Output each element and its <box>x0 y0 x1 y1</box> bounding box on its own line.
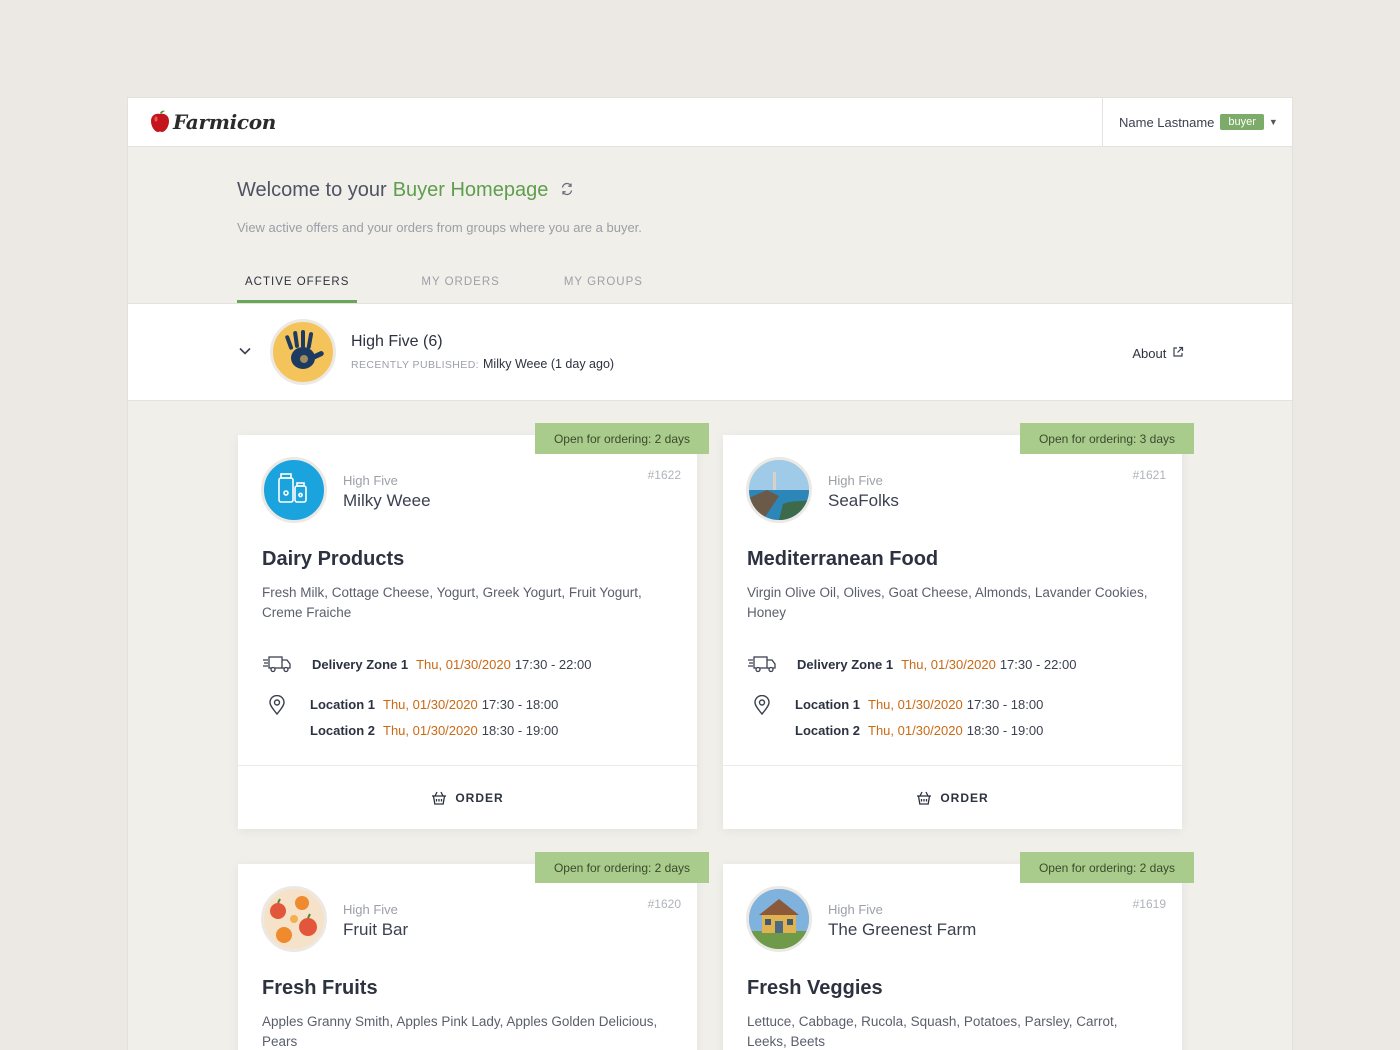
offer-card: Open for ordering: 2 days High Five Frui… <box>238 852 709 1050</box>
seller-avatar <box>746 886 812 952</box>
delivery-time: 17:30 - 22:00 <box>999 656 1077 672</box>
caret-down-icon: ▼ <box>1268 117 1278 127</box>
delivery-zone: Delivery Zone 1 Thu, 01/30/2020 17:30 - … <box>747 654 1076 674</box>
location-time: 18:30 - 19:00 <box>481 722 559 738</box>
location-pin-icon <box>269 695 285 715</box>
location-date: Thu, 01/30/2020 <box>868 696 963 712</box>
offer-title: Mediterranean Food <box>747 548 939 570</box>
user-name: Name Lastname <box>1119 114 1215 130</box>
role-badge: buyer <box>1220 114 1264 130</box>
pickup-location: Location 2 Thu, 01/30/2020 18:30 - 19:00 <box>310 720 558 740</box>
basket-icon <box>917 791 932 805</box>
delivery-time: 17:30 - 22:00 <box>514 656 592 672</box>
tab-my-groups[interactable]: MY GROUPS <box>556 276 651 303</box>
offer-description: Fresh Milk, Cottage Cheese, Yogurt, Gree… <box>262 585 642 620</box>
location-name: Location 1 <box>795 696 861 712</box>
refresh-icon[interactable] <box>560 182 574 199</box>
delivery-zone: Delivery Zone 1 Thu, 01/30/2020 17:30 - … <box>262 654 591 674</box>
delivery-date: Thu, 01/30/2020 <box>901 656 996 672</box>
offer-seller-name[interactable]: Fruit Bar <box>343 920 408 940</box>
location-time: 18:30 - 19:00 <box>966 722 1044 738</box>
group-name: High Five (6) <box>351 333 443 350</box>
ordering-window-ribbon: Open for ordering: 2 days <box>1020 852 1194 883</box>
fruit-pattern <box>270 896 317 943</box>
offer-card: Open for ordering: 2 days High Five Milk… <box>238 423 709 829</box>
seller-avatar <box>261 457 327 523</box>
offer-group-name: High Five <box>343 473 398 488</box>
basket-icon <box>432 791 447 805</box>
location-name: Location 2 <box>795 722 861 738</box>
chevron-down-icon[interactable] <box>238 344 252 358</box>
seller-avatar <box>261 886 327 952</box>
location-date: Thu, 01/30/2020 <box>383 696 478 712</box>
delivery-date: Thu, 01/30/2020 <box>416 656 511 672</box>
user-menu[interactable]: Name Lastname buyer ▼ <box>1102 98 1292 146</box>
order-button[interactable]: ORDER <box>723 765 1182 829</box>
welcome-accent: Buyer Homepage <box>392 179 549 201</box>
offer-title: Fresh Fruits <box>262 977 378 999</box>
offer-id: #1622 <box>647 468 681 482</box>
milk-bottles-icon <box>278 473 307 503</box>
about-label: About <box>1132 346 1167 361</box>
location-date: Thu, 01/30/2020 <box>868 722 963 738</box>
order-button[interactable]: ORDER <box>238 765 697 829</box>
tab-my-orders[interactable]: MY ORDERS <box>413 276 507 303</box>
location-time: 17:30 - 18:00 <box>966 696 1044 712</box>
app-logo[interactable]: Farmicon <box>150 110 276 134</box>
page-title: Welcome to your Buyer Homepage <box>237 179 574 202</box>
offer-group-name: High Five <box>828 473 883 488</box>
pickup-location: Location 1 Thu, 01/30/2020 17:30 - 18:00 <box>310 694 558 714</box>
delivery-zone-name: Delivery Zone 1 <box>312 656 409 672</box>
offer-seller-name[interactable]: Milky Weee <box>343 491 431 511</box>
location-pin-icon <box>754 695 770 715</box>
hand-print-icon <box>285 330 324 369</box>
offer-description: Apples Granny Smith, Apples Pink Lady, A… <box>262 1014 658 1049</box>
recently-published-label: RECENTLY PUBLISHED: <box>351 359 479 371</box>
tab-active-offers[interactable]: ACTIVE OFFERS <box>237 276 358 303</box>
ordering-window-ribbon: Open for ordering: 2 days <box>535 852 709 883</box>
delivery-truck-icon <box>748 656 776 673</box>
delivery-truck-icon <box>263 656 291 673</box>
offer-card: Open for ordering: 3 days High Five SeaF… <box>723 423 1194 829</box>
ordering-window-ribbon: Open for ordering: 2 days <box>535 423 709 454</box>
apple-logo-icon <box>151 110 169 132</box>
order-label: ORDER <box>455 790 504 805</box>
app-window: Farmicon Name Lastname buyer ▼ Welcome t… <box>128 98 1292 1050</box>
farmhouse-photo <box>749 889 809 949</box>
pickup-location: Location 2 Thu, 01/30/2020 18:30 - 19:00 <box>795 720 1043 740</box>
location-time: 17:30 - 18:00 <box>481 696 559 712</box>
offer-title: Fresh Veggies <box>747 977 883 999</box>
page-subtitle: View active offers and your orders from … <box>237 220 642 235</box>
offer-id: #1619 <box>1132 897 1166 911</box>
ordering-window-ribbon: Open for ordering: 3 days <box>1020 423 1194 454</box>
offer-description: Virgin Olive Oil, Olives, Goat Cheese, A… <box>747 585 1148 620</box>
offer-seller-name[interactable]: SeaFolks <box>828 491 899 511</box>
offer-id: #1620 <box>647 897 681 911</box>
location-name: Location 2 <box>310 722 376 738</box>
location-date: Thu, 01/30/2020 <box>383 722 478 738</box>
offer-group-name: High Five <box>828 902 883 917</box>
recently-published: RECENTLY PUBLISHED: Milky Weee (1 day ago… <box>351 357 614 371</box>
offer-description: Lettuce, Cabbage, Rucola, Squash, Potato… <box>747 1014 1118 1049</box>
tab-bar: ACTIVE OFFERS MY ORDERS MY GROUPS <box>237 276 699 303</box>
location-name: Location 1 <box>310 696 376 712</box>
offer-id: #1621 <box>1132 468 1166 482</box>
group-header: High Five (6) RECENTLY PUBLISHED: Milky W… <box>128 303 1292 401</box>
delivery-zone-name: Delivery Zone 1 <box>797 656 894 672</box>
offer-card: Open for ordering: 2 days High Five The … <box>723 852 1194 1050</box>
pickup-location: Location 1 Thu, 01/30/2020 17:30 - 18:00 <box>795 694 1043 714</box>
seller-avatar <box>746 457 812 523</box>
order-label: ORDER <box>940 790 989 805</box>
recently-published-value: Milky Weee (1 day ago) <box>483 357 615 371</box>
welcome-prefix: Welcome to your <box>237 179 387 201</box>
offer-seller-name[interactable]: The Greenest Farm <box>828 920 976 940</box>
top-bar: Farmicon Name Lastname buyer ▼ <box>128 98 1292 147</box>
seaside-photo <box>749 460 809 520</box>
offer-title: Dairy Products <box>262 548 405 570</box>
group-avatar <box>270 319 336 385</box>
offer-group-name: High Five <box>343 902 398 917</box>
external-link-icon <box>1173 346 1184 357</box>
about-link[interactable]: About <box>1132 346 1184 361</box>
app-name: Farmicon <box>173 110 277 134</box>
